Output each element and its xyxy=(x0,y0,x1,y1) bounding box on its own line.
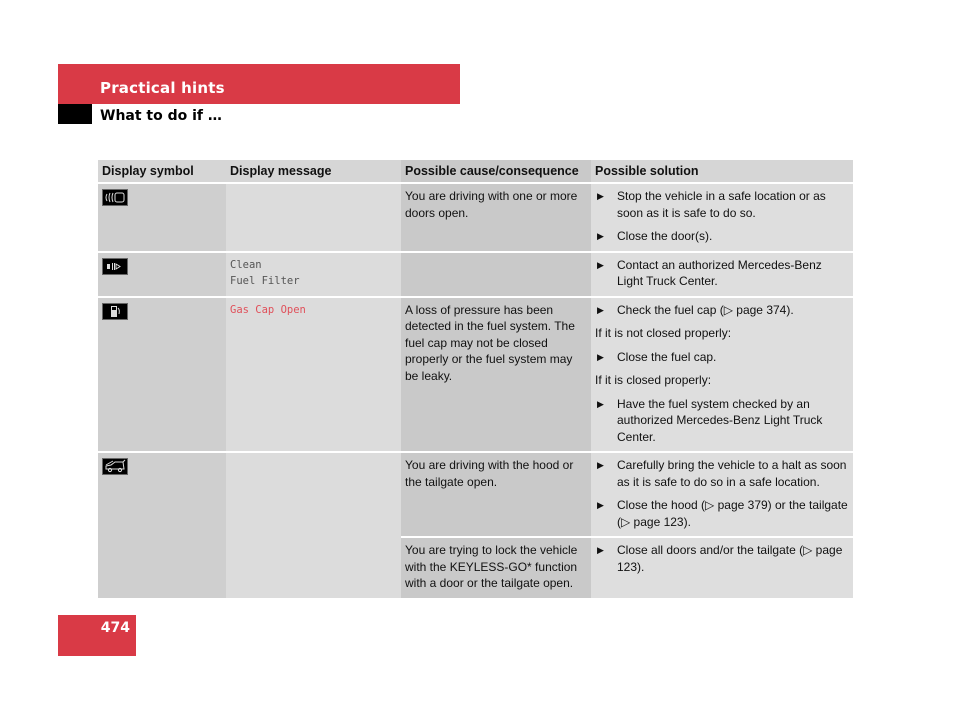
possible-cause: A loss of pressure has been detected in … xyxy=(401,296,591,453)
bullet-arrow-icon: ▶ xyxy=(597,191,604,201)
bullet-arrow-icon: ▶ xyxy=(597,351,604,362)
column-header-solution: Possible solution xyxy=(591,160,853,184)
solution-step: ▶ Close all doors and/or the tailgate (▷ … xyxy=(597,543,843,574)
column-header-symbol: Display symbol xyxy=(98,160,226,184)
display-message: Clean Fuel Filter xyxy=(226,251,401,298)
solution-condition: If it is closed properly: xyxy=(595,373,712,387)
solution-step: ▶ Close the hood (▷ page 379) or the tail… xyxy=(597,498,848,529)
display-message xyxy=(226,452,401,600)
bullet-arrow-icon: ▶ xyxy=(597,304,604,315)
fuel-pump-icon xyxy=(102,302,128,320)
fuel-filter-icon xyxy=(102,257,128,275)
possible-cause xyxy=(401,251,591,298)
solution-step: ▶ Close the fuel cap. xyxy=(597,349,717,364)
possible-solution: ▶ Close all doors and/or the tailgate (▷ … xyxy=(591,537,853,600)
bullet-arrow-icon: ▶ xyxy=(597,500,604,510)
solution-step: ▶ Have the fuel system checked by an auth… xyxy=(597,396,823,444)
bullet-arrow-icon: ▶ xyxy=(597,231,604,241)
possible-solution: ▶ Carefully bring the vehicle to a halt a… xyxy=(591,452,853,538)
solution-step: ▶ Close the door(s). xyxy=(597,229,713,243)
display-message xyxy=(226,183,401,253)
door-open-icon xyxy=(102,189,128,206)
bullet-arrow-icon: ▶ xyxy=(597,545,604,555)
column-header-cause: Possible cause/consequence xyxy=(401,160,591,184)
section-title: Practical hints xyxy=(100,79,225,97)
table-header-row: Display symbol Display message Possible … xyxy=(98,160,853,184)
solution-step: ▶ Contact an authorized Mercedes-Benz Lig… xyxy=(597,257,822,289)
table-row: You are driving with one or more doors o… xyxy=(98,183,853,253)
bullet-arrow-icon: ▶ xyxy=(597,460,604,470)
possible-solution: ▶ Contact an authorized Mercedes-Benz Lig… xyxy=(591,251,853,298)
solution-step: ▶ Carefully bring the vehicle to a halt a… xyxy=(597,458,847,489)
page-number: 474 xyxy=(100,620,130,636)
possible-cause: You are trying to lock the vehicle with … xyxy=(401,537,591,600)
display-messages-table: Display symbol Display message Possible … xyxy=(98,160,853,600)
possible-cause: You are driving with one or more doors o… xyxy=(401,183,591,253)
hood-tailgate-open-icon xyxy=(102,458,128,475)
column-header-message: Display message xyxy=(226,160,401,184)
possible-solution: ▶ Check the fuel cap (▷ page 374). If it … xyxy=(591,296,853,453)
bullet-arrow-icon: ▶ xyxy=(597,398,604,409)
possible-solution: ▶ Stop the vehicle in a safe location or … xyxy=(591,183,853,253)
subsection-marker xyxy=(58,104,92,124)
possible-cause: You are driving with the hood or the tai… xyxy=(401,452,591,538)
table-row: Clean Fuel Filter ▶ Contact an authorized… xyxy=(98,251,853,298)
subsection-title: What to do if … xyxy=(100,108,222,124)
page-number-box: 474 xyxy=(58,615,136,656)
solution-condition: If it is not closed properly: xyxy=(595,326,732,340)
solution-step: ▶ Stop the vehicle in a safe location or … xyxy=(597,189,826,220)
bullet-arrow-icon: ▶ xyxy=(597,259,604,270)
table-row: Gas Cap Open A loss of pressure has been… xyxy=(98,296,853,453)
display-message: Gas Cap Open xyxy=(226,296,401,453)
solution-step: ▶ Check the fuel cap (▷ page 374). xyxy=(597,302,794,317)
table-row: You are driving with the hood or the tai… xyxy=(98,452,853,600)
